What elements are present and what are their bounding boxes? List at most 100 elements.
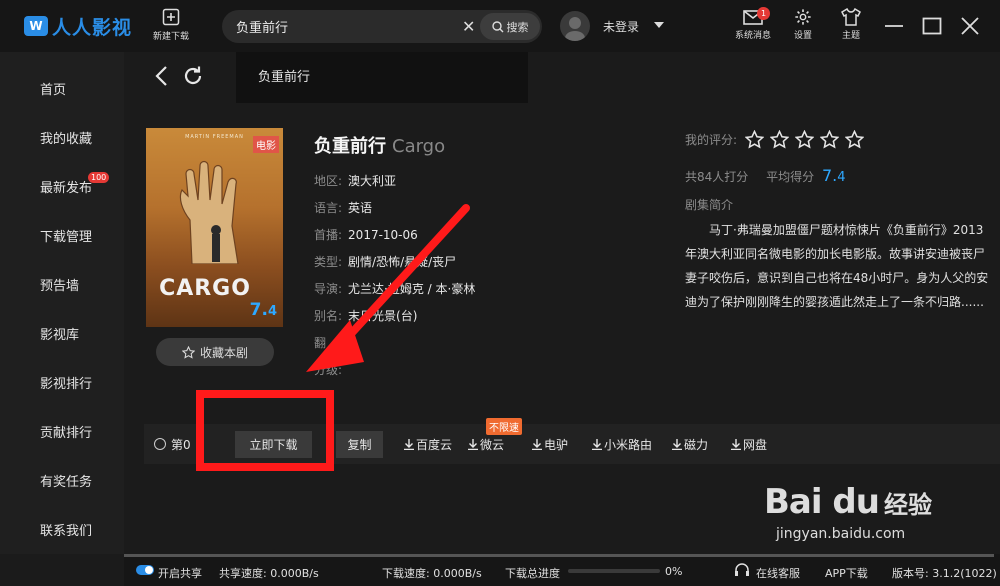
version-text: 版本号: 3.1.2(1022) bbox=[892, 567, 997, 580]
search-button[interactable]: 搜索 bbox=[480, 13, 540, 40]
gear-icon bbox=[795, 9, 811, 25]
online-service-link[interactable]: 在线客服 bbox=[756, 565, 800, 581]
settings-button[interactable]: 设置 bbox=[781, 8, 825, 41]
info-genre: 类型: 剧情/恐怖/悬疑/丧尸 bbox=[314, 253, 456, 270]
system-message-button[interactable]: 1 系统消息 bbox=[731, 7, 775, 41]
close-icon[interactable] bbox=[958, 14, 982, 38]
movie-title-en: Cargo bbox=[392, 136, 446, 157]
search-suggestion-popup[interactable]: 负重前行 bbox=[236, 52, 528, 103]
search-bar: ✕ 搜索 bbox=[222, 10, 542, 43]
info-label: 别名: bbox=[314, 309, 343, 323]
minimize-icon[interactable] bbox=[882, 14, 906, 38]
poster-hand-image bbox=[179, 160, 239, 264]
info-director: 导演: 尤兰达·拉姆克 / 本·豪林 bbox=[314, 280, 475, 297]
sidebar-item-latest[interactable]: 最新发布 bbox=[40, 177, 92, 196]
sidebar-item-downloads[interactable]: 下载管理 bbox=[40, 226, 92, 245]
rating-star-icon[interactable] bbox=[770, 130, 790, 149]
watermark-cn: 经验 bbox=[884, 491, 932, 519]
total-progress-bar bbox=[568, 569, 660, 573]
app-window: W 人人影视 新建下载 ✕ 搜索 未登录 1 系统消息 设置 bbox=[0, 0, 1000, 586]
clear-icon[interactable]: ✕ bbox=[462, 17, 475, 36]
message-badge: 1 bbox=[757, 7, 770, 20]
info-label: 分级: bbox=[314, 363, 343, 377]
unlimited-speed-tag: 不限速 bbox=[486, 418, 522, 435]
copy-label: 复制 bbox=[347, 438, 372, 452]
new-download-button[interactable]: 新建下载 bbox=[148, 8, 194, 42]
total-progress-percent: 0% bbox=[665, 565, 683, 578]
download-source-label: 小米路由 bbox=[604, 438, 653, 452]
avatar[interactable] bbox=[560, 11, 590, 41]
info-value[interactable]: 剧情/恐怖/悬疑/丧尸 bbox=[348, 255, 456, 269]
rating-star-icon[interactable] bbox=[845, 130, 865, 149]
download-source-4[interactable]: 磁力 bbox=[672, 436, 708, 453]
info-value[interactable]: 澳大利亚 bbox=[348, 174, 396, 188]
episode-label: 第0 bbox=[171, 438, 191, 452]
rating-star-icon[interactable] bbox=[795, 130, 815, 149]
share-toggle[interactable] bbox=[136, 565, 154, 575]
horizontal-scrollbar[interactable] bbox=[124, 554, 994, 557]
download-source-2[interactable]: 电驴 bbox=[532, 436, 568, 453]
movie-title-cn: 负重前行 bbox=[314, 136, 386, 157]
sidebar-item-contributors[interactable]: 贡献排行 bbox=[40, 422, 92, 441]
new-download-icon bbox=[162, 8, 180, 26]
avg-score-decimal: 4 bbox=[837, 170, 846, 185]
sidebar-item-rankings[interactable]: 影视排行 bbox=[40, 373, 92, 392]
sidebar-item-home[interactable]: 首页 bbox=[40, 79, 66, 98]
info-language: 语言: 英语 bbox=[314, 199, 372, 216]
poster-type-tag: 电影 bbox=[253, 136, 279, 153]
logo-text: 人人影视 bbox=[52, 16, 133, 39]
info-label: 语言: bbox=[314, 201, 343, 215]
user-icon bbox=[565, 17, 585, 41]
main-content: 负重前行 MARTIN FREEMAN CARGO 电影 7.4 收藏本剧 负重… bbox=[124, 52, 1000, 554]
status-bar: 开启共享 共享速度: 0.000B/s 下载速度: 0.000B/s 下载总进度… bbox=[124, 554, 1000, 586]
app-logo[interactable]: W 人人影视 bbox=[24, 13, 132, 39]
episode-radio[interactable] bbox=[154, 438, 166, 450]
sidebar-item-contact[interactable]: 联系我们 bbox=[40, 520, 92, 539]
download-source-3[interactable]: 小米路由 bbox=[592, 436, 652, 453]
search-suggestion-item[interactable]: 负重前行 bbox=[258, 70, 310, 85]
download-arrow-icon bbox=[468, 439, 478, 450]
watermark-logo: Bai du bbox=[764, 482, 880, 522]
top-bar: W 人人影视 新建下载 ✕ 搜索 未登录 1 系统消息 设置 bbox=[0, 0, 1000, 52]
rating-count: 共84人打分 bbox=[685, 170, 749, 184]
sidebar-item-trailers[interactable]: 预告墙 bbox=[40, 275, 79, 294]
poster-title: CARGO bbox=[159, 276, 251, 301]
info-translation: 翻 bbox=[314, 334, 332, 351]
rating-star-icon[interactable] bbox=[745, 130, 765, 149]
chevron-down-icon[interactable] bbox=[654, 22, 664, 28]
maximize-icon[interactable] bbox=[920, 14, 944, 38]
favorite-button[interactable]: 收藏本剧 bbox=[156, 338, 274, 366]
info-value: 末日光景(台) bbox=[348, 309, 418, 323]
app-download-link[interactable]: APP下载 bbox=[825, 565, 868, 581]
system-message-label: 系统消息 bbox=[734, 31, 771, 41]
download-source-1[interactable]: 微云 bbox=[468, 436, 504, 453]
download-source-0[interactable]: 百度云 bbox=[404, 436, 452, 453]
back-icon[interactable] bbox=[154, 65, 170, 87]
movie-poster[interactable]: MARTIN FREEMAN CARGO 电影 7.4 bbox=[146, 128, 283, 327]
sidebar-item-library[interactable]: 影视库 bbox=[40, 324, 79, 343]
login-status[interactable]: 未登录 bbox=[603, 18, 639, 35]
search-button-label: 搜索 bbox=[506, 20, 529, 34]
rating-star-icon[interactable] bbox=[820, 130, 840, 149]
download-source-5[interactable]: 网盘 bbox=[731, 436, 767, 453]
rating-stars[interactable] bbox=[745, 130, 865, 149]
baidu-watermark: Bai du 经验 jingyan.baidu.com bbox=[764, 482, 932, 542]
info-value[interactable]: 尤兰达·拉姆克 / 本·豪林 bbox=[348, 282, 475, 296]
copy-button[interactable]: 复制 bbox=[336, 431, 383, 458]
annotation-highlight-box bbox=[196, 390, 334, 471]
theme-button[interactable]: 主题 bbox=[829, 8, 873, 41]
info-value: 英语 bbox=[348, 201, 373, 215]
shirt-icon bbox=[841, 8, 861, 26]
avg-score-main: 7. bbox=[821, 166, 838, 185]
sidebar-item-tasks[interactable]: 有奖任务 bbox=[40, 471, 92, 490]
info-label: 导演: bbox=[314, 282, 343, 296]
info-label: 首播: bbox=[314, 228, 343, 242]
watermark-url: jingyan.baidu.com bbox=[776, 526, 906, 542]
new-download-label: 新建下载 bbox=[152, 32, 189, 42]
refresh-icon[interactable] bbox=[182, 65, 204, 87]
sidebar-item-favorites[interactable]: 我的收藏 bbox=[40, 128, 92, 147]
info-value: 2017-10-06 bbox=[348, 228, 418, 242]
favorite-label: 收藏本剧 bbox=[199, 345, 248, 360]
search-input[interactable] bbox=[236, 10, 466, 43]
download-source-label: 百度云 bbox=[416, 438, 453, 452]
